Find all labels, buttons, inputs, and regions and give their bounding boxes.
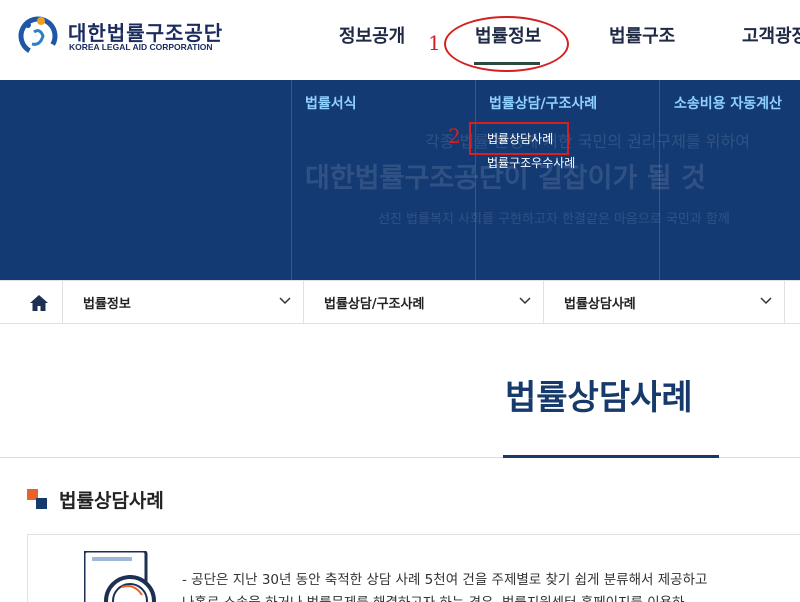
breadcrumb-label-1: 법률정보 bbox=[83, 297, 131, 312]
site-header: 대한법률구조공단 KOREA LEGAL AID CORPORATION 정보공… bbox=[0, 0, 800, 80]
gnb-item-info-disclosure[interactable]: 정보공개 bbox=[339, 22, 405, 48]
annotation-step-2: 2 bbox=[448, 124, 461, 148]
logo-english-name: KOREA LEGAL AID CORPORATION bbox=[69, 42, 213, 52]
mega-column-legal-forms: 법률서식 bbox=[291, 80, 475, 280]
page-title: 법률상담사례 bbox=[505, 378, 693, 418]
breadcrumb-depth-1[interactable]: 법률정보 bbox=[63, 281, 304, 324]
site-logo[interactable]: 대한법률구조공단 KOREA LEGAL AID CORPORATION bbox=[16, 12, 222, 62]
breadcrumb-label-3: 법률상담사례 bbox=[564, 297, 636, 312]
logo-emblem-icon bbox=[18, 16, 58, 56]
breadcrumb-label-2: 법률상담/구조사례 bbox=[324, 297, 425, 312]
mega-column-consult-cases: 법률상담/구조사례 법률상담사례 법률구조우수사례 bbox=[475, 80, 659, 280]
breadcrumb-bar: 법률정보 법률상담/구조사례 법률상담사례 bbox=[0, 280, 800, 324]
breadcrumb-depth-3[interactable]: 법률상담사례 bbox=[544, 281, 785, 324]
mega-item-excellent-cases[interactable]: 법률구조우수사례 bbox=[487, 154, 575, 171]
mega-heading-legal-forms[interactable]: 법률서식 bbox=[305, 93, 357, 113]
chevron-down-icon bbox=[760, 297, 772, 305]
gnb-item-customer-plaza[interactable]: 고객광장 bbox=[742, 22, 800, 48]
intro-description-line-2: 나홀로 소송을 하거나 법률문제를 해결하고자 하는 경우, 법률지원센터 홈페… bbox=[182, 591, 684, 602]
mega-heading-cost-calc[interactable]: 소송비용 자동계산 bbox=[674, 93, 782, 113]
gnb-item-legal-aid[interactable]: 법률구조 bbox=[609, 22, 675, 48]
chevron-down-icon bbox=[279, 297, 291, 305]
magnifier-document-icon bbox=[84, 551, 156, 602]
annotation-oval bbox=[444, 16, 569, 72]
home-button[interactable] bbox=[15, 281, 63, 324]
chevron-down-icon bbox=[519, 297, 531, 305]
intro-description-line-1: - 공단은 지난 30년 동안 축적한 상담 사례 5천여 건을 주제별로 찾기… bbox=[182, 572, 708, 588]
annotation-step-1: 1 bbox=[428, 31, 441, 55]
mega-column-cost-calc: 소송비용 자동계산 bbox=[659, 80, 800, 280]
section-title: 법률상담사례 bbox=[59, 490, 164, 512]
section-marker-icon bbox=[27, 489, 47, 509]
title-underline bbox=[503, 455, 719, 458]
mega-menu: 각종 법률 분쟁에 처한 국민의 권리구제를 위하여 대한법률구조공단이 길잡이… bbox=[0, 80, 800, 280]
breadcrumb-depth-2[interactable]: 법률상담/구조사례 bbox=[304, 281, 544, 324]
home-icon bbox=[29, 294, 48, 311]
mega-heading-consult-cases[interactable]: 법률상담/구조사례 bbox=[489, 93, 597, 113]
annotation-box bbox=[469, 122, 569, 155]
